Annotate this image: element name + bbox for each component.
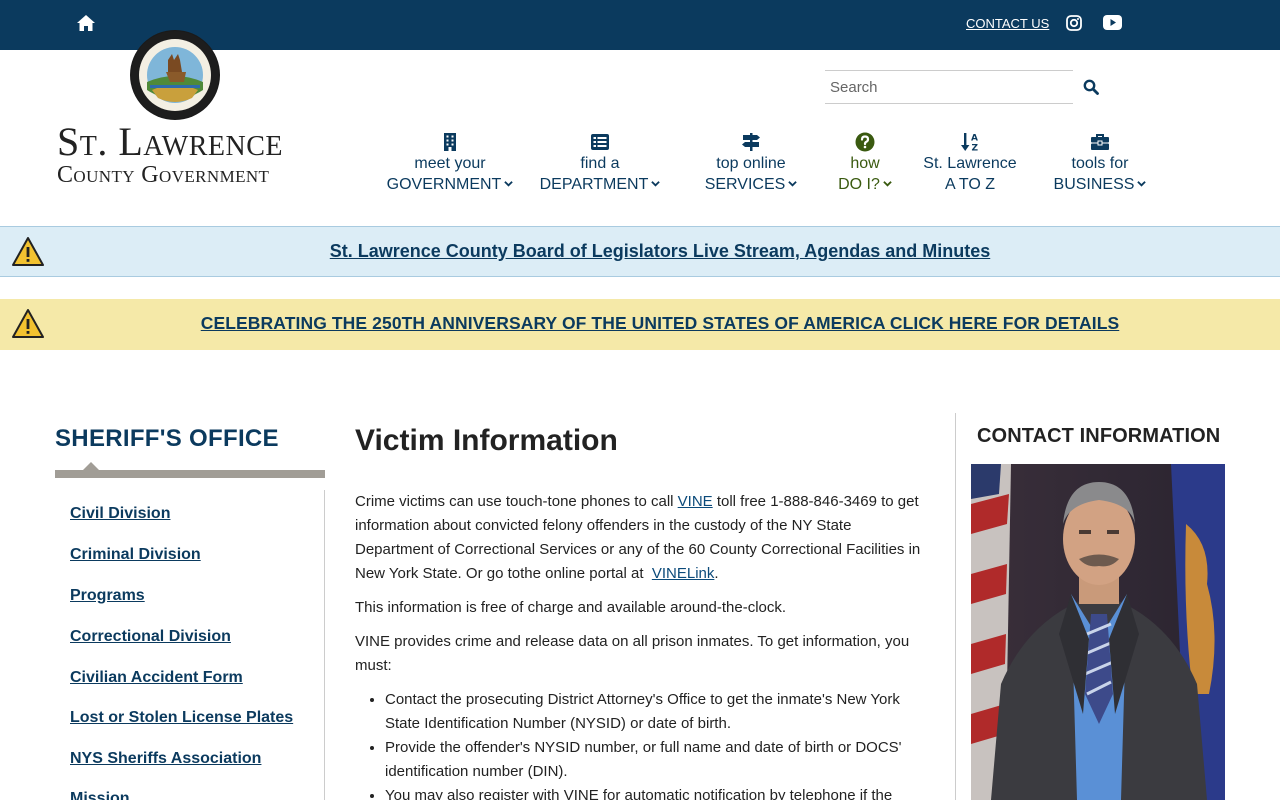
nav-meet-your-government[interactable]: meet your GOVERNMENT <box>386 132 514 195</box>
chevron-down-icon <box>504 181 514 187</box>
chevron-down-icon <box>651 181 661 187</box>
contact-information-title: CONTACT INFORMATION <box>977 425 1221 447</box>
list-item: Provide the offender's NYSID number, or … <box>385 736 930 784</box>
sidebar-title: SHERIFF'S OFFICE <box>55 425 279 452</box>
alert-link-250th-anniversary[interactable]: CELEBRATING THE 250TH ANNIVERSARY OF THE… <box>0 313 1280 334</box>
paragraph-free-of-charge: This information is free of charge and a… <box>355 599 787 616</box>
nav-label-line2: BUSINESS <box>1053 176 1135 193</box>
nav-tools-for-business[interactable]: tools for BUSINESS <box>1052 132 1148 195</box>
vinelink-link[interactable]: VINELink <box>652 565 715 582</box>
sidebar-item-criminal-division[interactable]: Criminal Division <box>70 546 201 564</box>
toolbox-icon <box>1091 134 1109 150</box>
nav-label-line2: DEPARTMENT <box>539 176 649 193</box>
sidebar-title-notch <box>83 462 99 470</box>
nav-label-line1: St. Lawrence <box>923 155 1017 172</box>
nav-label-line2: DO I? <box>838 176 880 193</box>
list-icon <box>591 134 609 150</box>
nav-label-line1: meet your <box>414 155 486 172</box>
county-seal-logo[interactable] <box>130 30 220 120</box>
nav-find-a-department[interactable]: find a DEPARTMENT <box>538 132 662 195</box>
requirements-list: Contact the prosecuting District Attorne… <box>385 688 930 800</box>
building-icon <box>444 133 456 151</box>
nav-st-lawrence-a-to-z[interactable]: A Z St. Lawrence A TO Z <box>918 132 1022 195</box>
chevron-down-icon <box>1137 181 1147 187</box>
logo-title: St. Lawrence <box>57 119 283 164</box>
instagram-icon[interactable] <box>1066 15 1082 31</box>
list-item: You may also register with VINE for auto… <box>385 784 930 800</box>
signpost-icon <box>742 133 760 151</box>
sidebar-item-correctional-division[interactable]: Correctional Division <box>70 628 231 646</box>
search-icon[interactable] <box>1083 79 1099 95</box>
list-item: Contact the prosecuting District Attorne… <box>385 688 930 736</box>
paragraph-vine-requirements: VINE provides crime and release data on … <box>355 633 910 674</box>
sidebar-item-mission[interactable]: Mission <box>70 790 130 800</box>
chevron-down-icon <box>788 181 798 187</box>
sidebar-item-lost-stolen-plates[interactable]: Lost or Stolen License Plates <box>70 709 293 727</box>
nav-label-line2: SERVICES <box>704 176 786 193</box>
contact-us-link[interactable]: CONTACT US <box>966 16 1049 31</box>
nav-label-line2: A TO Z <box>944 176 996 193</box>
home-icon[interactable] <box>76 13 96 33</box>
page-title: Victim Information <box>355 424 618 457</box>
nav-label-line2: GOVERNMENT <box>386 176 502 193</box>
search-box <box>825 70 1073 104</box>
nav-label-line1: how <box>850 155 880 172</box>
logo-subtitle: County Government <box>57 162 270 188</box>
sidebar-item-programs[interactable]: Programs <box>70 587 145 605</box>
chevron-down-icon <box>883 181 892 187</box>
nav-how-do-i[interactable]: how DO I? <box>836 132 894 195</box>
sidebar-item-civilian-accident-form[interactable]: Civilian Accident Form <box>70 669 243 687</box>
youtube-icon[interactable] <box>1103 15 1122 30</box>
right-column-divider <box>955 413 956 800</box>
svg-text:A: A <box>971 134 978 144</box>
alert-banner-250th-anniversary: CELEBRATING THE 250TH ANNIVERSARY OF THE… <box>0 299 1280 350</box>
alert-banner-board-livestream: St. Lawrence County Board of Legislators… <box>0 226 1280 277</box>
nav-label-line1: tools for <box>1071 155 1129 172</box>
paragraph-text: Crime victims can use touch-tone phones … <box>355 493 678 510</box>
paragraph-vine-intro: Crime victims can use touch-tone phones … <box>355 490 930 586</box>
nav-label-line1: find a <box>580 155 620 172</box>
question-circle-icon <box>855 132 875 152</box>
sheriff-portrait-photo <box>971 464 1225 800</box>
main-content: Crime victims can use touch-tone phones … <box>355 490 930 800</box>
sidebar-item-nys-sheriffs-association[interactable]: NYS Sheriffs Association <box>70 750 261 768</box>
paragraph-text: . <box>714 565 719 582</box>
search-input[interactable] <box>825 71 1073 103</box>
svg-text:Z: Z <box>972 144 979 153</box>
sort-alpha-icon: A Z <box>961 133 979 153</box>
nav-top-online-services[interactable]: top online SERVICES <box>703 132 799 195</box>
vine-link[interactable]: VINE <box>678 493 713 510</box>
alert-link-board-livestream[interactable]: St. Lawrence County Board of Legislators… <box>0 241 1280 262</box>
nav-label-line1: top online <box>716 155 786 172</box>
site-logo-text[interactable]: St. Lawrence County Government <box>57 119 297 189</box>
sidebar-title-underline <box>55 470 325 478</box>
sidebar-divider <box>324 490 325 800</box>
sidebar-item-civil-division[interactable]: Civil Division <box>70 505 170 523</box>
